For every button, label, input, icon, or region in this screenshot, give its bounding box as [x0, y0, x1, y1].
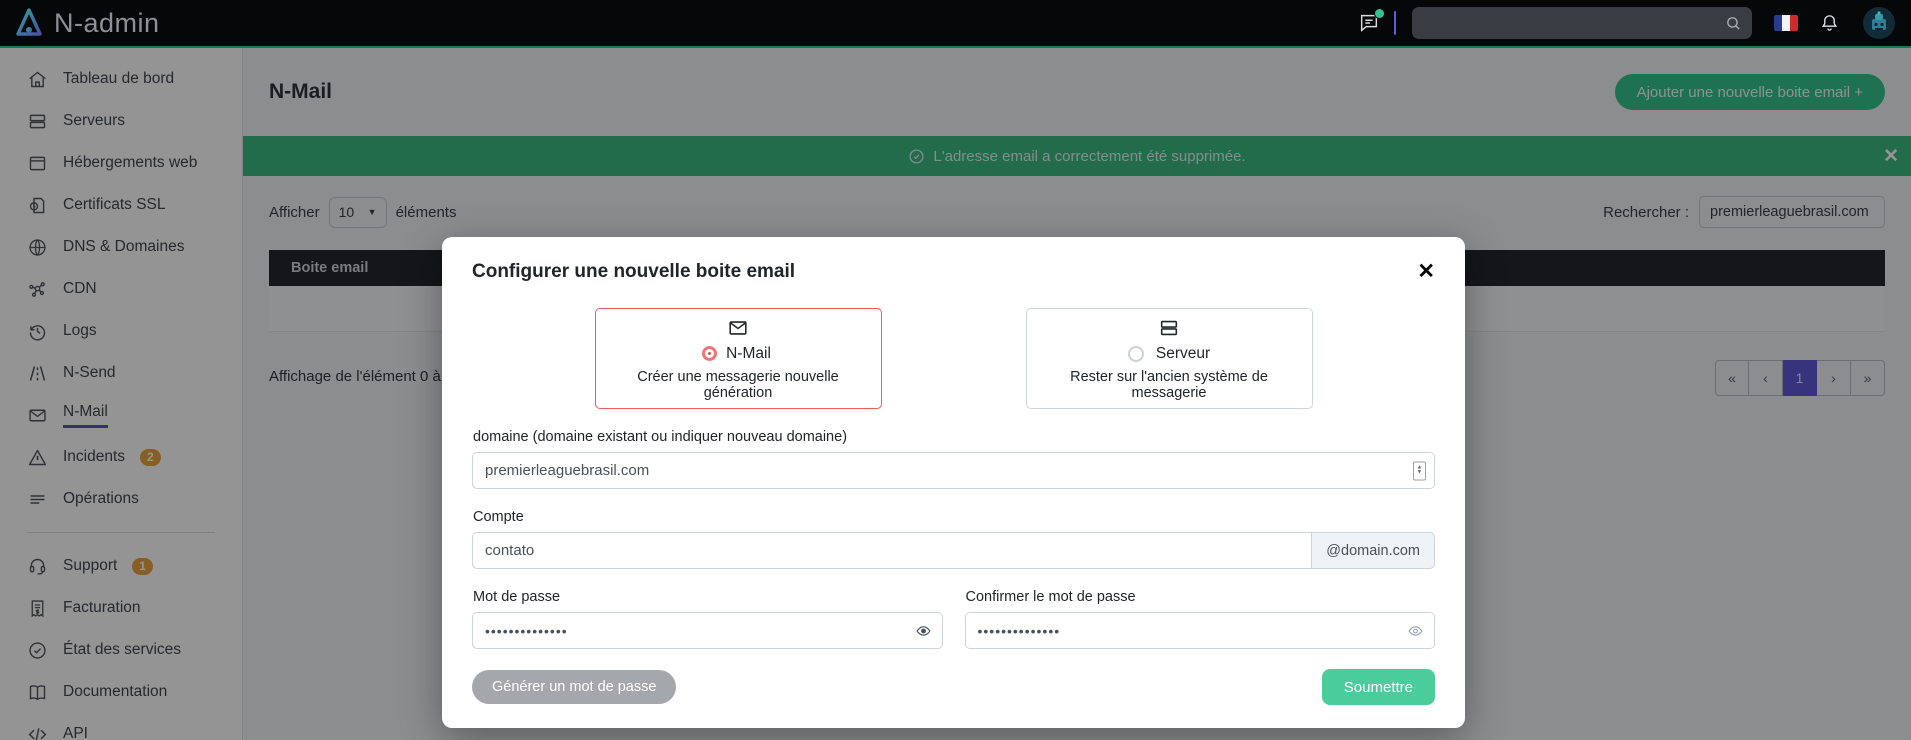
domain-input[interactable] — [472, 452, 1435, 489]
brand-name: N-admin — [54, 8, 160, 39]
option-description: Créer une messagerie nouvelle génération — [602, 369, 875, 401]
password-field-label: Mot de passe — [473, 589, 943, 605]
password-input[interactable] — [472, 612, 943, 649]
submit-button[interactable]: Soumettre — [1322, 669, 1435, 705]
confirm-password-field-label: Confirmer le mot de passe — [966, 589, 1436, 605]
modal-close-button[interactable]: ✕ — [1417, 259, 1435, 284]
configure-mailbox-modal: Configurer une nouvelle boite email ✕ N-… — [442, 237, 1465, 728]
logo-icon — [14, 7, 44, 39]
user-avatar[interactable] — [1863, 7, 1895, 39]
option-card-nmail[interactable]: N-Mail Créer une messagerie nouvelle gén… — [595, 308, 882, 409]
brand-logo[interactable]: N-admin — [0, 7, 160, 39]
topbar: N-admin — [0, 0, 1911, 46]
bell-icon — [1820, 13, 1839, 33]
account-domain-suffix: @domain.com — [1312, 532, 1435, 569]
generate-password-button[interactable]: Générer un mot de passe — [472, 670, 676, 704]
search-icon — [1725, 15, 1742, 32]
option-card-serveur[interactable]: Serveur Rester sur l'ancien système de m… — [1026, 308, 1313, 409]
mail-icon — [726, 317, 750, 339]
option-name: N-Mail — [726, 345, 771, 363]
notifications-bell-button[interactable] — [1820, 13, 1839, 33]
eye-icon — [914, 623, 933, 639]
topbar-search-input[interactable] — [1422, 15, 1725, 31]
modal-title: Configurer une nouvelle boite email — [472, 261, 795, 283]
account-input[interactable] — [472, 532, 1312, 569]
eye-icon — [1406, 623, 1425, 639]
language-flag-fr[interactable] — [1774, 15, 1798, 31]
toggle-password-visibility-button[interactable] — [914, 623, 933, 639]
account-field-label: Compte — [473, 509, 1435, 525]
mailbox-type-options: N-Mail Créer une messagerie nouvelle gén… — [472, 308, 1435, 409]
confirm-password-input[interactable] — [965, 612, 1436, 649]
radio-unselected[interactable] — [1128, 346, 1144, 362]
option-description: Rester sur l'ancien système de messageri… — [1033, 369, 1306, 401]
radio-selected[interactable] — [705, 349, 714, 358]
toggle-confirm-visibility-button[interactable] — [1406, 623, 1425, 639]
domain-field-label: domaine (domaine existant ou indiquer no… — [473, 429, 1435, 445]
robot-avatar-icon — [1866, 10, 1892, 36]
option-name: Serveur — [1156, 345, 1210, 363]
server-icon — [1157, 317, 1181, 339]
topbar-search[interactable] — [1412, 7, 1752, 39]
chat-badge — [1374, 8, 1385, 19]
combobox-stepper-icon[interactable]: ▲▼ — [1413, 461, 1426, 480]
topbar-separator — [1394, 11, 1396, 35]
chat-button[interactable] — [1358, 12, 1380, 34]
